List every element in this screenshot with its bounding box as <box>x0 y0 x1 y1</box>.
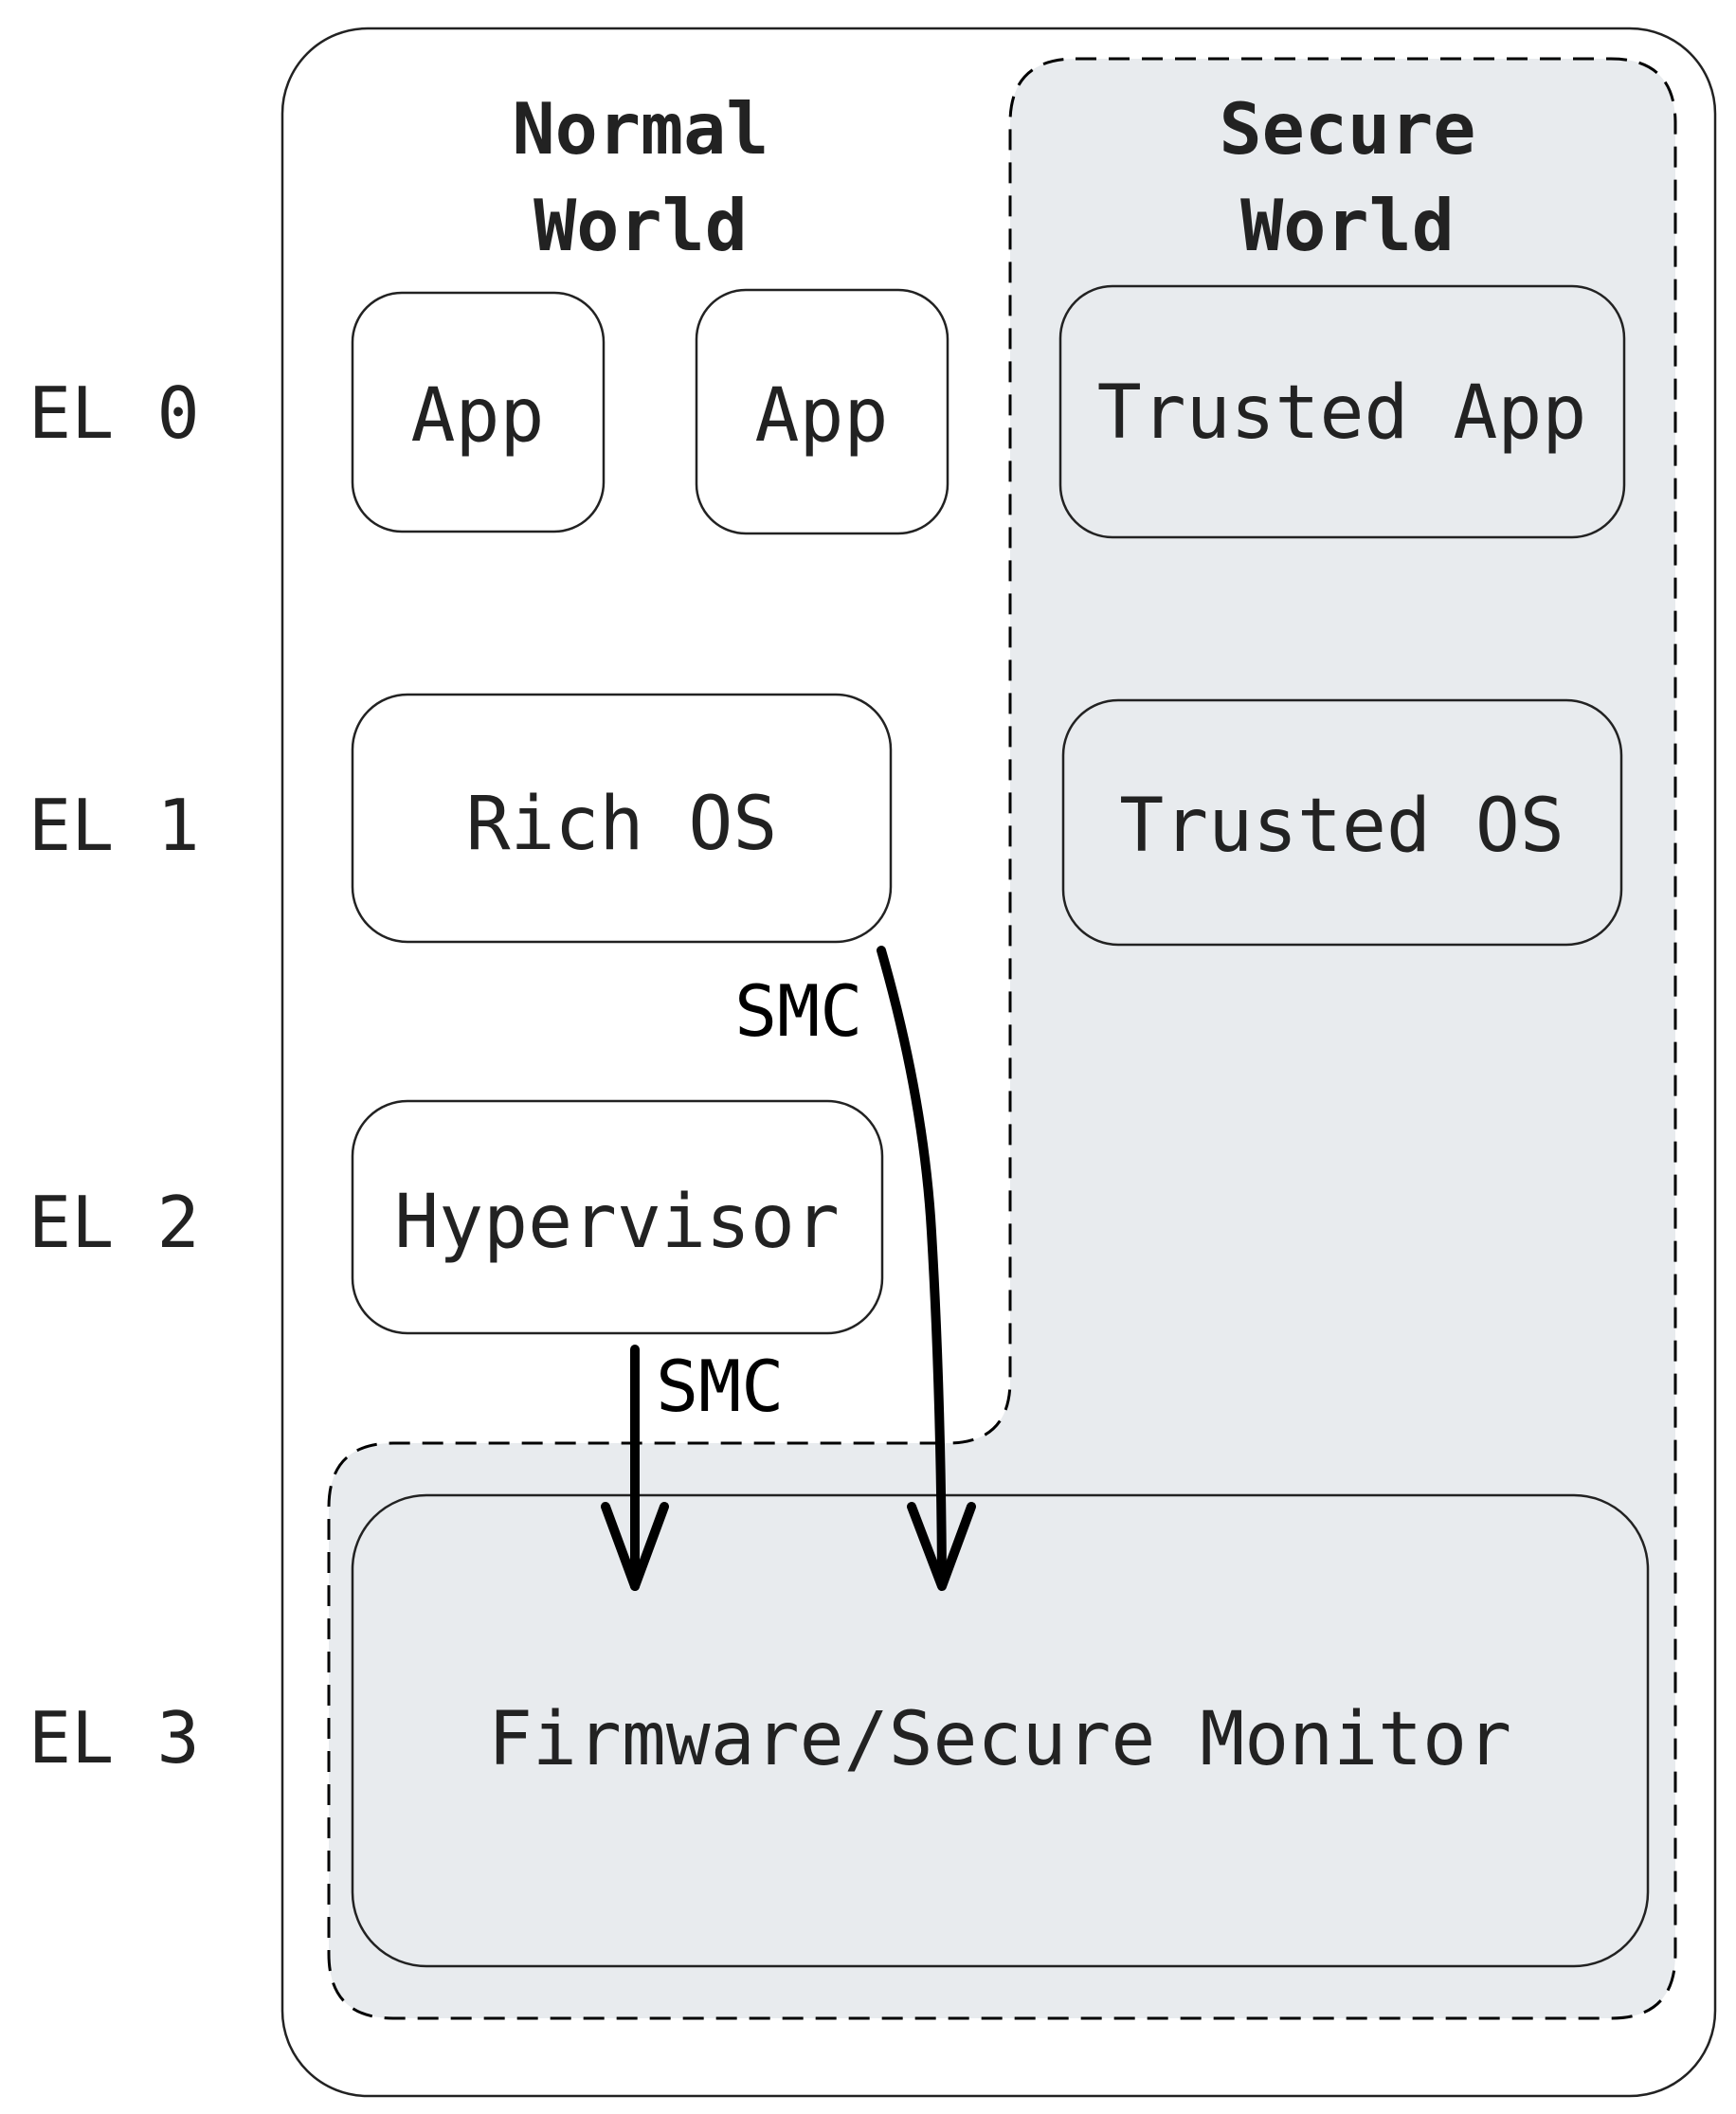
trustzone-diagram: EL 0 EL 1 EL 2 EL 3 Normal World Secure … <box>28 27 1717 2098</box>
level-label-el1: EL 1 <box>28 784 200 867</box>
smc-label-hypervisor: SMC <box>656 1345 784 1428</box>
secure-world-title-line1: Secure <box>1220 87 1476 171</box>
secure-world-title-line2: World <box>1240 184 1455 267</box>
hypervisor-box-label: Hypervisor <box>394 1180 840 1265</box>
smc-label-rich-os: SMC <box>734 969 862 1053</box>
normal-world-title-line2: World <box>533 184 748 267</box>
trusted-app-box-label: Trusted App <box>1097 370 1587 456</box>
app-box-1-label: App <box>411 373 545 459</box>
app-box-2-label: App <box>755 373 889 459</box>
rich-os-box-label: Rich OS <box>466 782 778 867</box>
level-label-el3: EL 3 <box>28 1696 200 1780</box>
level-label-el2: EL 2 <box>28 1181 200 1264</box>
firmware-box-label: Firmware/Secure Monitor <box>488 1697 1511 1782</box>
normal-world-title-line1: Normal <box>513 87 769 171</box>
level-label-el0: EL 0 <box>28 371 200 455</box>
trusted-os-box-label: Trusted OS <box>1119 784 1564 869</box>
